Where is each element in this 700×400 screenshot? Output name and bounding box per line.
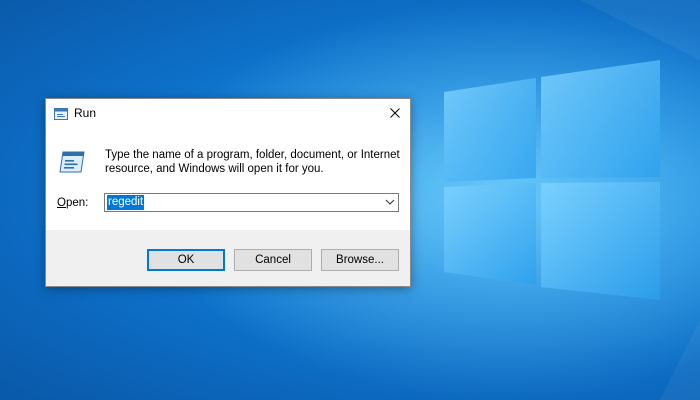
dialog-title: Run — [74, 106, 97, 120]
close-button[interactable] — [380, 99, 410, 127]
dialog-description: Type the name of a program, folder, docu… — [105, 149, 400, 175]
run-program-icon — [59, 151, 85, 173]
run-icon — [54, 108, 68, 120]
close-icon — [390, 108, 400, 118]
run-dialog: Run Type the name of a program, folder, … — [45, 98, 411, 287]
open-label-text: pen: — [65, 197, 89, 209]
open-label: Open: — [57, 197, 88, 209]
cancel-button[interactable]: Cancel — [234, 249, 312, 271]
chevron-down-icon[interactable] — [385, 198, 395, 206]
title-bar[interactable]: Run — [46, 99, 410, 129]
open-combobox[interactable]: regedit — [104, 193, 399, 212]
browse-button[interactable]: Browse... — [321, 249, 399, 271]
ok-button[interactable]: OK — [147, 249, 225, 271]
open-label-accelerator: O — [57, 197, 66, 209]
open-input-selected-text[interactable]: regedit — [107, 195, 145, 210]
dialog-footer: OK Cancel Browse... — [46, 230, 410, 286]
